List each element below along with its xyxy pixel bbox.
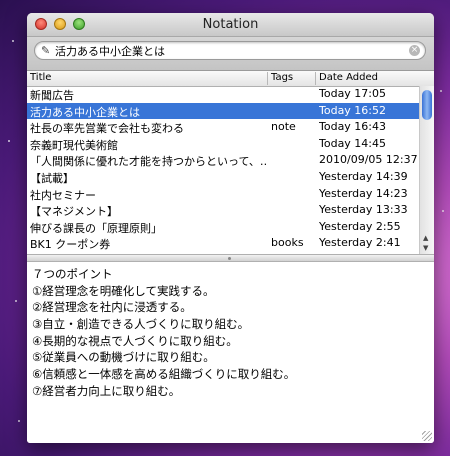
clear-search-icon[interactable]: × bbox=[409, 45, 420, 56]
notes-table: Title Tags Date Added 新聞広告 Today 17:05 活力あ… bbox=[27, 70, 434, 254]
row-date-added: Yesterday 14:23 bbox=[319, 186, 408, 200]
toolbar: ✎ × bbox=[27, 37, 434, 70]
table-row[interactable]: 社内セミナー Yesterday 14:23 bbox=[27, 186, 419, 203]
column-header-date-added[interactable]: Date Added bbox=[316, 72, 419, 85]
table-row[interactable]: 「人間関係に優れた才能を持つからといって、… 2010/09/05 12:37 bbox=[27, 152, 419, 169]
note-line: ７つのポイント bbox=[32, 267, 113, 281]
row-date-added: Today 16:52 bbox=[319, 103, 387, 117]
row-tags: books bbox=[271, 236, 304, 250]
note-body[interactable]: ７つのポイント ①経営理念を明確化して実践する。 ②経営理念を社内に浸透する。 ③自立… bbox=[27, 262, 434, 443]
table-row[interactable]: 活力ある中小企業とは Today 16:52 bbox=[27, 102, 419, 120]
table-row[interactable]: 社長の率先営業で会社も変わる note Today 16:43 bbox=[27, 119, 419, 136]
note-line: ③自立・創造できる人づくりに取り組む。 bbox=[32, 317, 250, 332]
column-header-tags[interactable]: Tags bbox=[268, 72, 316, 85]
row-date-added: Yesterday 2:55 bbox=[319, 219, 401, 233]
row-title: 新聞広告 bbox=[30, 89, 74, 102]
row-date-added: Yesterday 14:39 bbox=[319, 169, 408, 183]
note-line: ⑥信頼感と一体感を高める組織づくりに取り組む。 bbox=[32, 367, 296, 382]
window-title: Notation bbox=[202, 17, 259, 32]
divider-handle-icon bbox=[228, 257, 231, 260]
row-title: 伸びる課長の「原理原則」 bbox=[30, 221, 162, 235]
table-row[interactable]: 【マネジメント】 Yesterday 13:33 bbox=[27, 202, 419, 219]
note-line: ⑤従業員への動機づけに取り組む。 bbox=[32, 350, 215, 365]
pencil-icon: ✎ bbox=[41, 44, 51, 57]
table-row[interactable]: 伸びる課長の「原理原則」 Yesterday 2:55 bbox=[27, 219, 419, 236]
row-title: 社長の率先営業で会社も変わる bbox=[30, 122, 184, 136]
table-header: Title Tags Date Added bbox=[27, 70, 434, 87]
row-date-added: 2010/09/05 12:37 bbox=[319, 153, 418, 167]
column-header-title[interactable]: Title bbox=[27, 72, 268, 85]
scroll-down-icon[interactable]: ▼ bbox=[423, 244, 428, 252]
row-date-added: Today 17:05 bbox=[319, 87, 387, 100]
resize-grip-icon[interactable] bbox=[422, 431, 432, 441]
row-date-added: Yesterday 2:41 bbox=[319, 236, 401, 250]
vertical-scrollbar[interactable]: ▲ ▼ bbox=[419, 86, 434, 254]
notation-window: Notation ✎ × Title Tags Date Added 新聞広告 T… bbox=[27, 13, 434, 443]
search-field[interactable]: ✎ × bbox=[34, 41, 426, 60]
table-rows: 新聞広告 Today 17:05 活力ある中小企業とは Today 16:52 社長の率… bbox=[27, 86, 419, 254]
scroll-up-icon[interactable]: ▲ bbox=[423, 234, 428, 242]
table-row[interactable]: BK1 クーポン券 books Yesterday 2:41 bbox=[27, 235, 419, 252]
row-date-added: Today 16:43 bbox=[319, 120, 387, 134]
row-date-added: Today 14:45 bbox=[319, 136, 387, 150]
row-title: BK1 クーポン券 bbox=[30, 238, 111, 252]
note-line: ①経営理念を明確化して実践する。 bbox=[32, 283, 215, 298]
table-row[interactable]: 奈義町現代美術館 Today 14:45 bbox=[27, 136, 419, 153]
note-line: ④長期的な視点で人づくりに取り組む。 bbox=[32, 333, 238, 348]
row-title: 【マネジメント】 bbox=[30, 205, 118, 219]
table-row[interactable]: 新聞広告 Today 17:05 bbox=[27, 86, 419, 103]
row-title: 活力ある中小企業とは bbox=[30, 105, 140, 119]
row-title: 「人間関係に優れた才能を持つからといって、… bbox=[30, 155, 266, 169]
title-bar[interactable]: Notation bbox=[27, 13, 434, 37]
split-view-divider[interactable] bbox=[27, 254, 434, 262]
note-line: ②経営理念を社内に浸透する。 bbox=[32, 300, 192, 315]
table-row[interactable]: 【試載】 Yesterday 14:39 bbox=[27, 169, 419, 186]
search-input[interactable] bbox=[55, 43, 395, 58]
row-title: 社内セミナー bbox=[30, 188, 96, 202]
row-date-added: Yesterday 13:33 bbox=[319, 203, 408, 217]
row-title: 奈義町現代美術館 bbox=[30, 138, 118, 152]
row-tags: note bbox=[271, 120, 296, 134]
note-line: ⑦経営者力向上に取り組む。 bbox=[32, 383, 181, 398]
scrollbar-thumb[interactable] bbox=[422, 90, 432, 120]
row-title: 【試載】 bbox=[30, 171, 74, 185]
